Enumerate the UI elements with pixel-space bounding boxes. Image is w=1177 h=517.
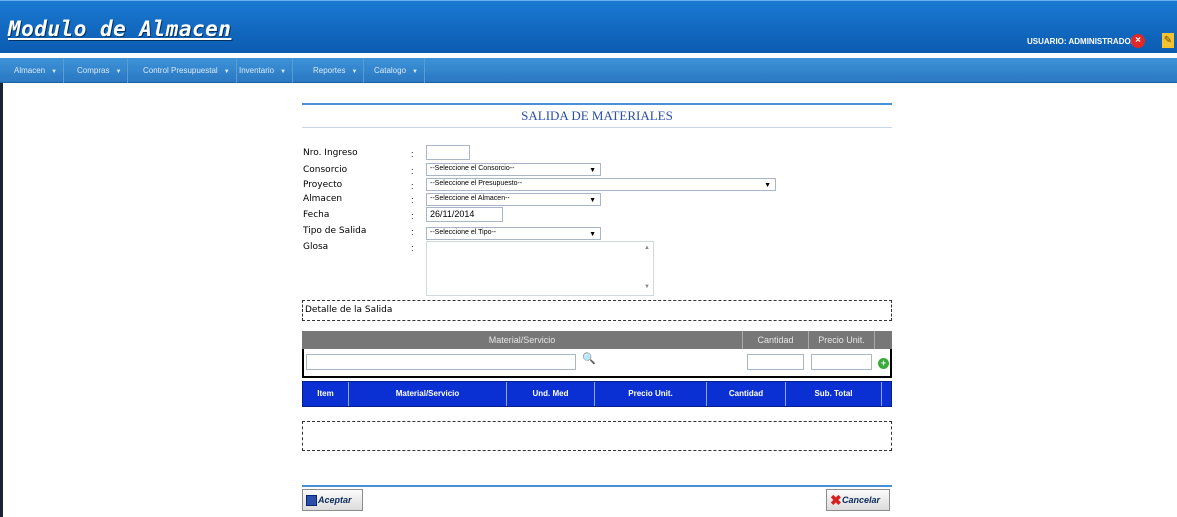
colon: : (411, 243, 414, 253)
main-menu: Almacen ▼ Compras ▼ Control Presupuestal ▼ … (0, 58, 1177, 83)
fecha-label: Fecha (303, 210, 330, 220)
menu-label: Compras (77, 66, 110, 75)
user-label: USUARIO: ADMINISTRADOR (1027, 37, 1137, 46)
menu-label: Control Presupuestal (143, 66, 218, 75)
consorcio-label: Consorcio (303, 165, 348, 175)
grid-header: Item Material/Servicio Und. Med Precio U… (302, 381, 892, 407)
menu-item-control-presupuestal[interactable]: Control Presupuestal ▼ (137, 58, 237, 83)
chevron-down-icon: ▼ (51, 69, 58, 75)
chevron-down-icon: ▼ (764, 182, 771, 189)
colon: : (411, 181, 414, 191)
menu-item-compras[interactable]: Compras ▼ (71, 58, 129, 83)
grid-col-subtotal: Sub. Total (786, 382, 882, 406)
colon: : (411, 195, 414, 205)
chevron-down-icon: ▼ (589, 167, 596, 174)
close-icon[interactable]: × (1131, 34, 1145, 48)
pencil-icon[interactable]: ✎ (1162, 33, 1174, 48)
cancel-icon: ✖ (830, 492, 842, 509)
consorcio-value: --Seleccione el Consorcio-- (430, 165, 515, 172)
menu-item-inventario[interactable]: Inventario ▼ (233, 58, 294, 83)
nro-ingreso-label: Nro. Ingreso (303, 148, 358, 158)
nro-ingreso-input[interactable] (426, 145, 470, 160)
aceptar-label: Aceptar (318, 495, 352, 505)
search-icon[interactable]: 🔍 (582, 352, 596, 365)
scroll-up-icon[interactable]: ▲ (644, 245, 650, 251)
app-title: Modulo de Almacen (8, 17, 232, 41)
save-icon (306, 495, 317, 507)
almacen-label: Almacen (303, 194, 343, 204)
precio-input[interactable] (811, 354, 872, 370)
entry-col-cantidad: Cantidad (743, 331, 809, 349)
colon: : (411, 149, 414, 159)
grid-col-material: Material/Servicio (349, 382, 507, 406)
colon: : (411, 227, 414, 237)
menu-label: Catalogo (374, 66, 407, 75)
grid-col-item: Item (303, 382, 349, 406)
proyecto-label: Proyecto (303, 180, 343, 190)
entry-col-precio: Precio Unit. (809, 331, 875, 349)
colon: : (411, 166, 414, 176)
almacen-value: --Seleccione el Almacen-- (430, 195, 510, 202)
grid-col-und-med: Und. Med (507, 382, 595, 406)
proyecto-value: --Seleccione el Presupuesto-- (430, 180, 523, 187)
title-divider (302, 127, 892, 128)
proyecto-select[interactable]: --Seleccione el Presupuesto-- ▼ (426, 178, 776, 191)
chevron-down-icon: ▼ (351, 69, 358, 75)
tipo-salida-label: Tipo de Salida (303, 226, 367, 236)
cancelar-button[interactable]: ✖Cancelar (826, 489, 890, 511)
colon: : (411, 211, 414, 221)
glosa-label: Glosa (303, 242, 329, 252)
menu-label: Almacen (14, 66, 46, 75)
chevron-down-icon: ▼ (412, 69, 418, 75)
grid-body-frame (302, 421, 892, 451)
chevron-down-icon: ▼ (280, 69, 287, 75)
cancelar-label: Cancelar (842, 495, 881, 505)
aceptar-button[interactable]: Aceptar (302, 489, 363, 511)
grid-col-cantidad: Cantidad (707, 382, 786, 406)
app-header: Modulo de Almacen USUARIO: ADMINISTRADOR… (0, 0, 1177, 53)
tipo-salida-value: --Seleccione el Tipo-- (430, 229, 497, 236)
page-title: SALIDA DE MATERIALES (521, 108, 673, 123)
top-rule (302, 103, 892, 105)
fecha-input[interactable]: 26/11/2014 (426, 207, 503, 222)
entry-header: Material/Servicio Cantidad Precio Unit. (302, 331, 892, 349)
menu-item-almacen[interactable]: Almacen ▼ (8, 58, 65, 83)
chevron-down-icon: ▼ (223, 69, 230, 75)
tipo-salida-select[interactable]: --Seleccione el Tipo-- ▼ (426, 227, 601, 240)
scroll-down-icon[interactable]: ▼ (644, 284, 650, 290)
material-input[interactable] (306, 354, 576, 370)
almacen-select[interactable]: --Seleccione el Almacen-- ▼ (426, 193, 601, 206)
menu-label: Inventario (239, 66, 275, 75)
cantidad-input[interactable] (747, 354, 804, 370)
consorcio-select[interactable]: --Seleccione el Consorcio-- ▼ (426, 163, 601, 176)
grid-col-precio: Precio Unit. (595, 382, 707, 406)
add-icon[interactable]: + (878, 358, 889, 369)
entry-col-material: Material/Servicio (302, 331, 743, 349)
chevron-down-icon: ▼ (589, 231, 596, 238)
chevron-down-icon: ▼ (589, 197, 596, 204)
bottom-rule (302, 485, 892, 487)
menu-item-reportes[interactable]: Reportes ▼ (307, 58, 365, 83)
chevron-down-icon: ▼ (115, 69, 122, 75)
glosa-textarea[interactable]: ▲ ▼ (426, 241, 654, 296)
menu-item-catalogo[interactable]: Catalogo ▼ (368, 58, 425, 83)
menu-label: Reportes (313, 66, 346, 75)
detail-section-title: Detalle de la Salida (305, 305, 393, 315)
left-border (0, 83, 3, 517)
